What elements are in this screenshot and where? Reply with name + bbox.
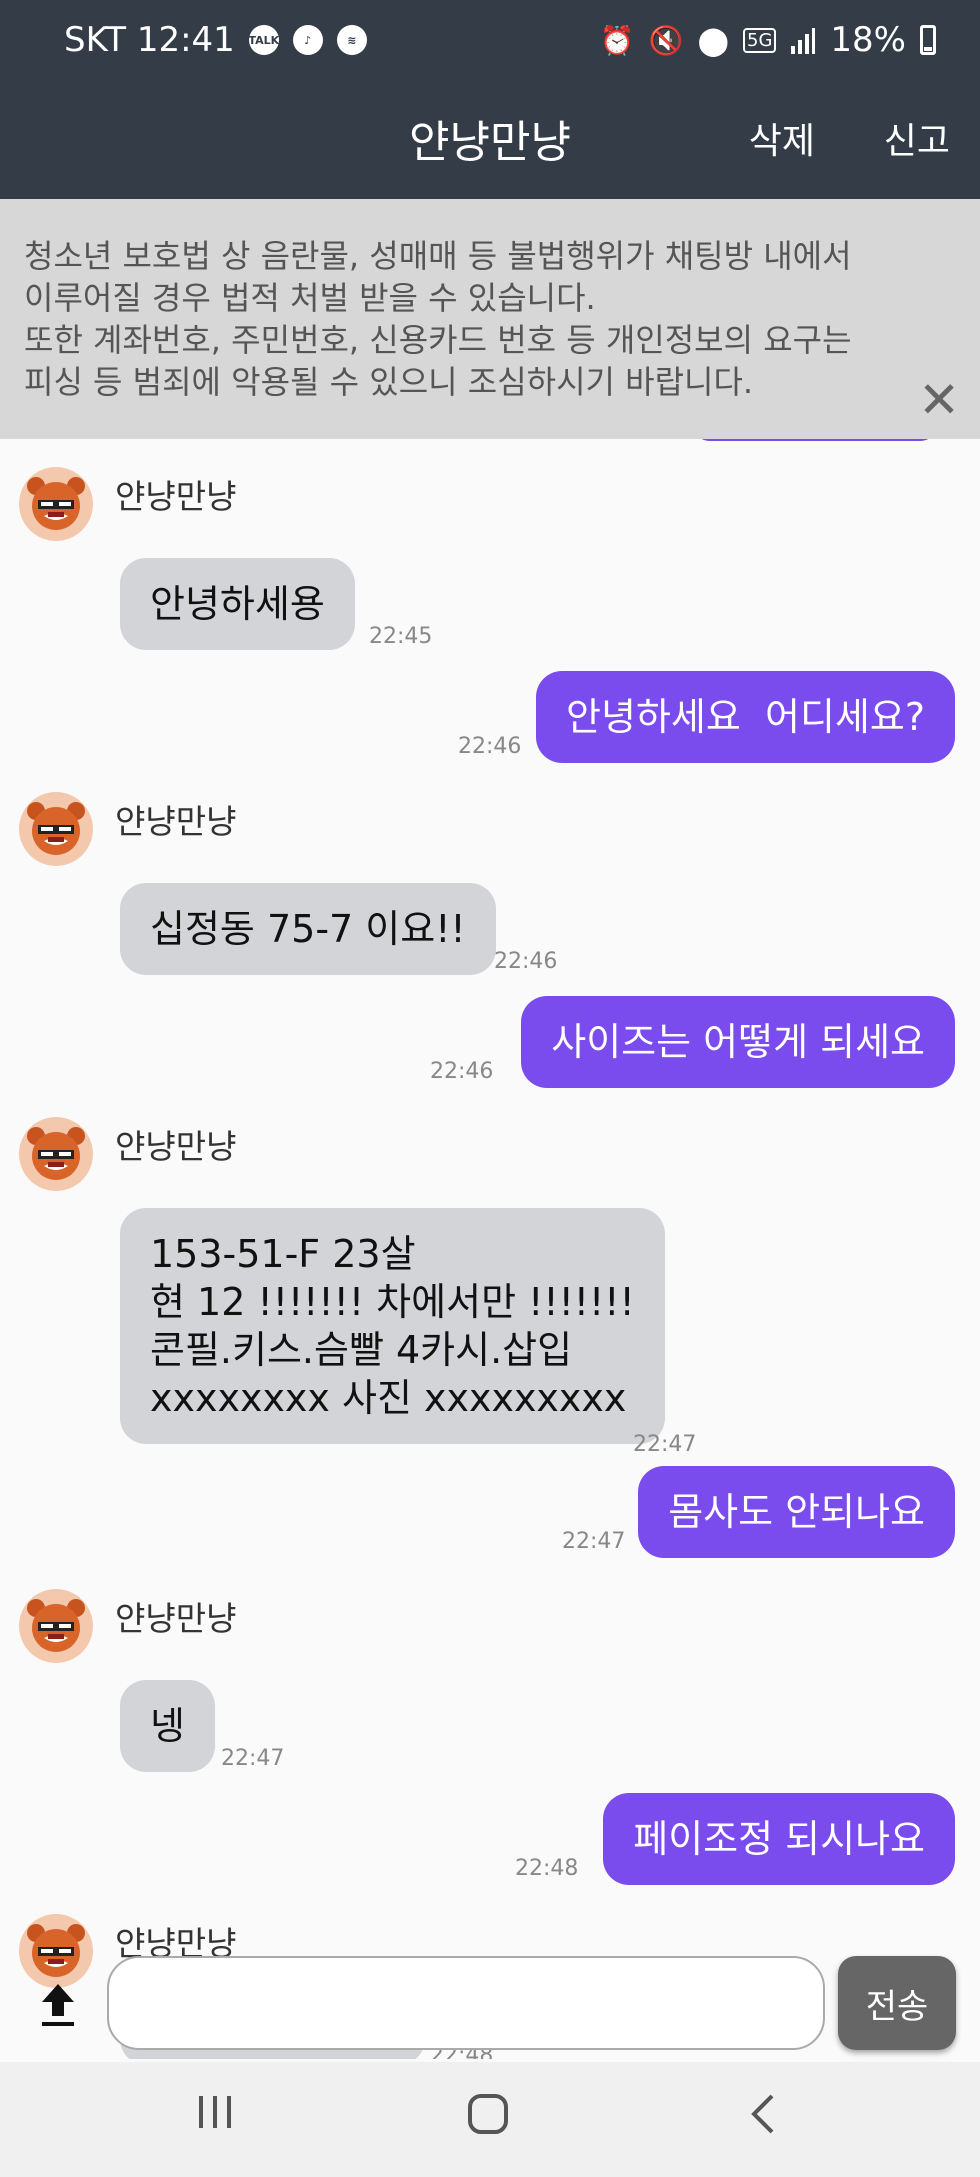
location-icon: ⬤ [697, 23, 730, 57]
sender-name: 얀냥만냥 [115, 1599, 237, 1638]
talk-icon: TALK [248, 25, 279, 55]
avatar-bear-icon[interactable] [18, 1588, 94, 1664]
app-bar: 얀냥만냥 삭제 신고 [0, 82, 980, 199]
message-time: 22:47 [633, 1432, 697, 1457]
avatar-bear-icon[interactable] [18, 791, 94, 867]
previous-sent-bubble [695, 439, 935, 441]
status-bar: SKT 12:41 TALK ♪ ≋ ⏰ 🔇 ⬤ 5G 18% [0, 0, 980, 82]
send-button[interactable]: 전송 [838, 1956, 956, 2050]
wifi-call-icon: ≋ [336, 25, 367, 55]
back-icon[interactable] [748, 2092, 778, 2136]
message-time: 22:48 [515, 1856, 579, 1881]
message-time: 22:47 [562, 1529, 626, 1554]
chat-title: 얀냥만냥 [409, 117, 571, 168]
received-message-bubble[interactable]: 넹 [120, 1680, 215, 1772]
network-indicator: 5G [743, 27, 777, 53]
received-message-bubble[interactable]: 안녕하세용 [120, 558, 355, 650]
signal-icon [791, 28, 816, 54]
received-message-bubble[interactable]: 153-51-F 23살 현 12 !!!!!!! 차에서만 !!!!!!! 콘… [120, 1208, 665, 1444]
sender-name: 얀냥만냥 [115, 477, 237, 516]
sent-message-bubble[interactable]: 사이즈는 어떻게 되세요 [521, 996, 955, 1088]
alarm-icon: ⏰ [599, 23, 635, 57]
report-button[interactable]: 신고 [884, 112, 950, 164]
avatar-bear-icon[interactable] [18, 1116, 94, 1192]
message-time: 22:46 [430, 1059, 494, 1084]
close-icon[interactable]: ✕ [918, 375, 960, 425]
system-navigation-bar [0, 2062, 980, 2177]
upload-icon[interactable] [38, 1980, 78, 2030]
warning-notice: 청소년 보호법 상 음란물, 성매매 등 불법행위가 채팅방 내에서 이루어질 … [0, 199, 980, 439]
sent-message-bubble[interactable]: 안녕하세요 어디세요? [536, 671, 955, 763]
recent-apps-icon[interactable] [195, 2092, 235, 2132]
chat-messages[interactable]: 얀냥만냥 안녕하세용 22:45 22:46 안녕하세요 어디세요? 얀냥만냥 … [0, 439, 980, 2059]
message-composer: 전송 [0, 1950, 980, 2060]
mute-icon: 🔇 [648, 23, 684, 57]
message-time: 22:46 [494, 949, 558, 974]
message-time: 22:45 [369, 624, 433, 649]
carrier-time: SKT 12:41 [64, 20, 235, 60]
home-icon[interactable] [466, 2092, 510, 2136]
sent-message-bubble[interactable]: 페이조정 되시나요 [603, 1793, 955, 1885]
message-time: 22:46 [458, 734, 522, 759]
sender-name: 얀냥만냥 [115, 802, 237, 841]
battery-icon [920, 25, 936, 55]
delete-button[interactable]: 삭제 [749, 112, 815, 164]
sender-name: 얀냥만냥 [115, 1127, 237, 1166]
avatar-bear-icon[interactable] [18, 466, 94, 542]
message-time: 22:47 [221, 1746, 285, 1771]
received-message-bubble[interactable]: 십정동 75-7 이요!! [120, 883, 496, 975]
sent-message-bubble[interactable]: 몸사도 안되나요 [638, 1466, 955, 1558]
music-icon: ♪ [292, 25, 323, 55]
message-input[interactable] [107, 1956, 825, 2050]
notice-text: 청소년 보호법 상 음란물, 성매매 등 불법행위가 채팅방 내에서 이루어질 … [24, 237, 852, 401]
battery-percent: 18% [830, 20, 906, 60]
